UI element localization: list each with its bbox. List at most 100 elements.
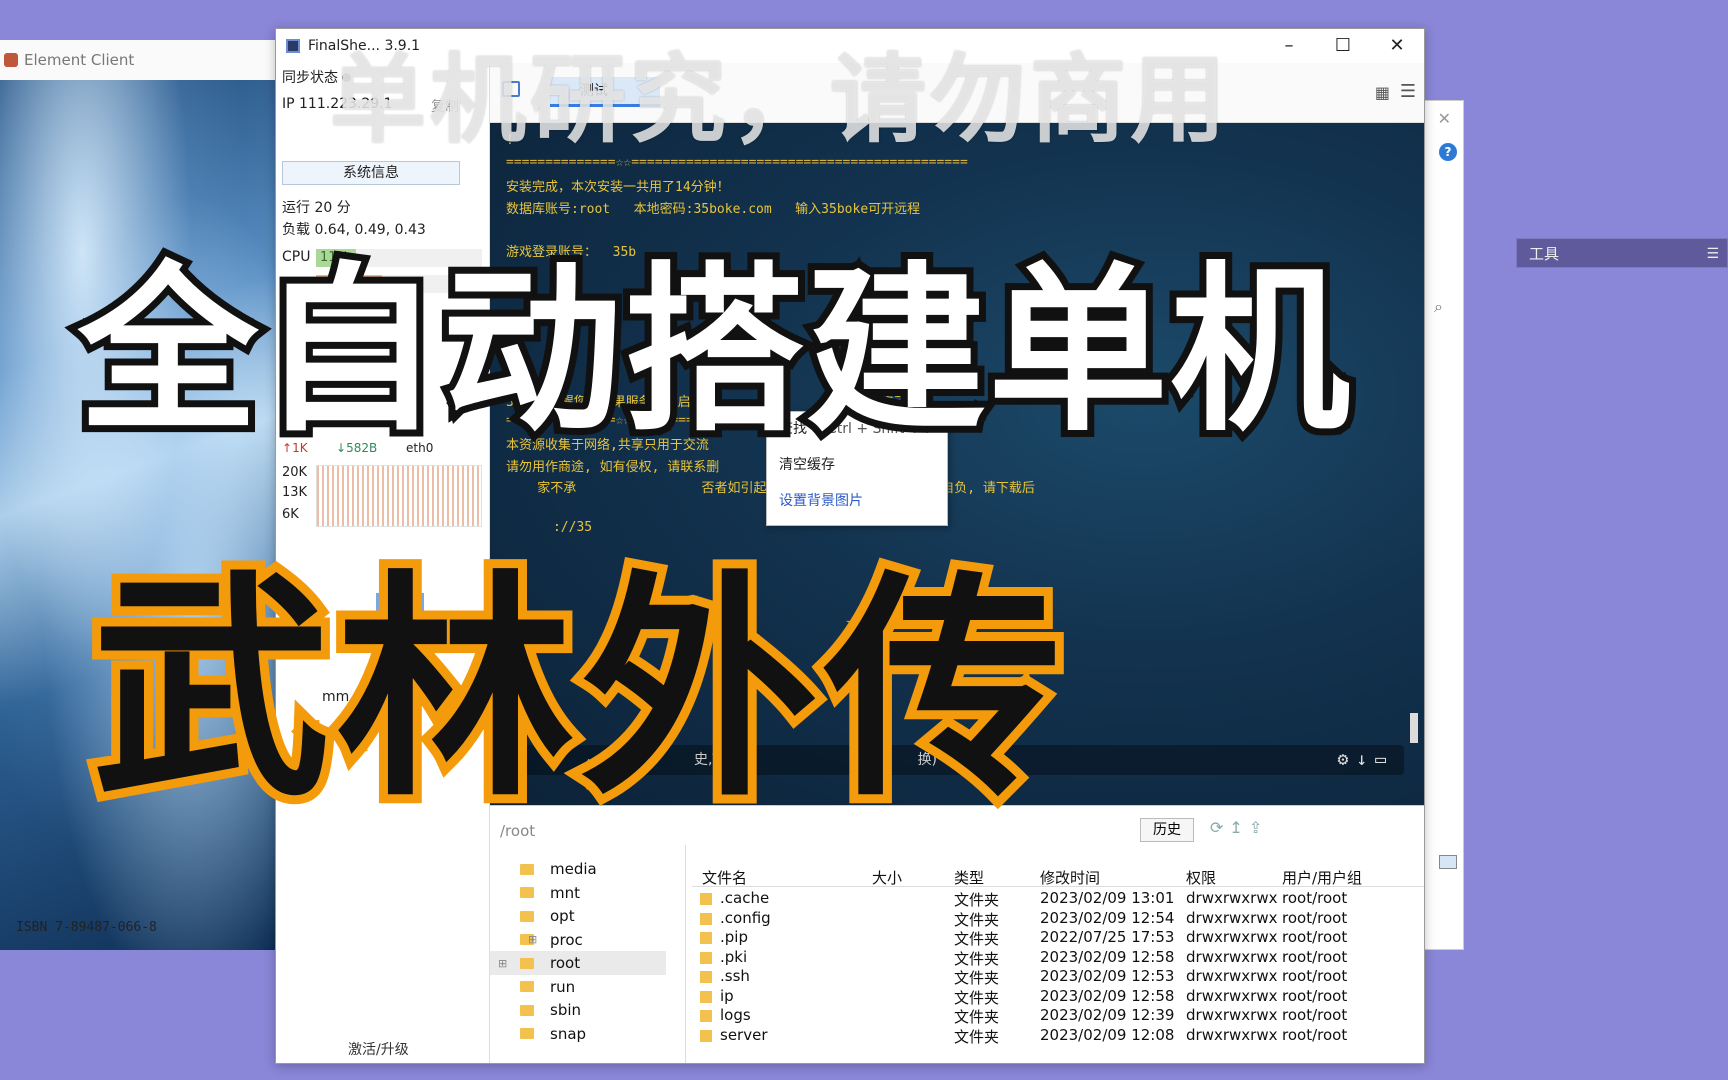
tree-node-label: mnt	[550, 883, 580, 902]
up-icon[interactable]: ↥	[1229, 818, 1248, 837]
table-cell: root/root	[1282, 1025, 1348, 1044]
table-row[interactable]: ip 文件夹 2023/02/09 12:58 drwxrwxrwx root/root	[692, 987, 1424, 1008]
activate-upgrade-link[interactable]: 激活/升级	[348, 1039, 409, 1059]
element-client-title: Element Client	[24, 51, 135, 69]
terminal-line: 安装完成，本次安装一共用了14分钟！	[506, 180, 730, 195]
tree-node-media[interactable]: media	[520, 857, 597, 881]
column-header[interactable]: 类型	[954, 867, 984, 888]
folder-icon	[700, 1010, 712, 1022]
column-header[interactable]: 文件名	[702, 867, 747, 888]
path-toolbar-icons: ⟳↥⇪	[1210, 818, 1268, 837]
folder-icon	[520, 981, 534, 992]
table-cell: root/root	[1282, 928, 1348, 946]
watermark-text: 单机研究，请勿商用	[330, 44, 1230, 156]
tree-node-mnt[interactable]: mnt	[520, 881, 580, 905]
folder-icon	[700, 932, 712, 944]
table-cell: ip	[720, 986, 734, 1005]
table-cell: .cache	[720, 889, 770, 907]
table-cell: root/root	[1282, 967, 1348, 985]
table-row[interactable]: .config 文件夹 2023/02/09 12:54 drwxrwxrwx root…	[692, 909, 1424, 930]
folder-icon	[520, 863, 534, 875]
folder-icon	[520, 1004, 534, 1016]
table-cell: 文件夹	[954, 910, 1000, 929]
table-cell: drwxrwxrwx	[1186, 1006, 1278, 1024]
tree-node-sbin[interactable]: sbin	[520, 998, 581, 1022]
game-title-text: 武林外传	[83, 543, 1071, 838]
tool-label: 工具	[1529, 245, 1560, 263]
system-info-button[interactable]: 系统信息	[282, 161, 460, 185]
folder-icon	[520, 1028, 534, 1039]
search-icon[interactable]: ⌕	[1434, 297, 1443, 317]
table-cell: 2023/02/09 12:58	[1040, 986, 1175, 1005]
finalshell-logo-icon	[286, 39, 300, 53]
refresh-icon[interactable]: ⟳	[1210, 818, 1229, 837]
table-row[interactable]: .pki 文件夹 2023/02/09 12:58 drwxrwxrwx root/ro…	[692, 948, 1424, 969]
table-cell: 文件夹	[954, 1008, 1000, 1026]
folder-icon	[520, 910, 534, 922]
element-client-titlebar[interactable]: Element Client	[0, 40, 275, 80]
tree-node-label: media	[550, 860, 597, 878]
tree-node-root[interactable]: root ⊞	[490, 951, 666, 975]
expand-icon[interactable]: ⊞	[528, 933, 537, 946]
table-cell: drwxrwxrwx	[1186, 967, 1278, 985]
table-cell: .config	[720, 908, 771, 927]
table-row[interactable]: .ssh 文件夹 2023/02/09 12:53 drwxrwxrwx root/ro…	[692, 967, 1424, 988]
element-client-logo-icon	[4, 53, 18, 67]
help-icon[interactable]: ?	[1439, 143, 1457, 161]
table-cell: 2022/07/25 17:53	[1040, 928, 1175, 946]
tree-node-opt[interactable]: opt	[520, 904, 575, 928]
table-cell: 2023/02/09 12:39	[1040, 1006, 1175, 1024]
maximize-icon[interactable]: ☐	[1316, 29, 1370, 63]
table-cell: drwxrwxrwx	[1186, 928, 1278, 946]
table-cell: root/root	[1282, 1006, 1348, 1024]
table-cell: 2023/02/09 12:54	[1040, 908, 1175, 927]
table-cell: 文件夹	[954, 891, 1000, 909]
grid-view-icon[interactable]: ▦	[1375, 83, 1390, 102]
column-header[interactable]: 权限	[1186, 867, 1216, 888]
terminal-tool-icons: ⚙↓▭	[1337, 749, 1394, 770]
tree-node-label: sbin	[550, 1001, 582, 1019]
table-row[interactable]: logs 文件夹 2023/02/09 12:39 drwxrwxrwx root/ro…	[692, 1006, 1424, 1027]
folder-icon	[700, 951, 712, 964]
window-icon[interactable]: ▭	[1375, 749, 1394, 770]
table-row[interactable]: server 文件夹 2023/02/09 12:08 drwxrwxrwx root/…	[692, 1026, 1424, 1047]
tree-node-run[interactable]: run	[520, 975, 575, 999]
window-controls: – ☐ ✕	[1262, 29, 1424, 63]
folder-icon	[700, 990, 712, 1003]
table-row[interactable]: .cache 文件夹 2023/02/09 13:01 drwxrwxrwx root/…	[692, 889, 1424, 910]
table-cell: 文件夹	[954, 1027, 1000, 1046]
download-icon[interactable]: ↓	[1356, 749, 1375, 770]
column-header[interactable]: 用户/用户组	[1282, 867, 1362, 888]
window-icon[interactable]	[1439, 855, 1457, 869]
column-header[interactable]: 大小	[872, 867, 902, 888]
terminal-scrollbar[interactable]	[1410, 713, 1418, 743]
menu-icon[interactable]: ☰	[1400, 81, 1416, 102]
table-row[interactable]: .pip 文件夹 2022/07/25 17:53 drwxrwxrwx root/ro…	[692, 928, 1424, 949]
table-cell: logs	[720, 1006, 751, 1024]
table-cell: .pki	[720, 947, 748, 966]
minimize-icon[interactable]: –	[1262, 29, 1316, 63]
table-cell: 2023/02/09 13:01	[1040, 889, 1175, 907]
headline-text: 全自动搭建单机	[71, 240, 1357, 463]
close-icon[interactable]: ✕	[1370, 29, 1424, 63]
table-cell: 文件夹	[954, 930, 1000, 948]
close-icon[interactable]: ✕	[1438, 109, 1451, 128]
tree-node-snap[interactable]: snap	[520, 1022, 586, 1046]
table-cell: root/root	[1282, 908, 1348, 927]
history-button[interactable]: 历史	[1140, 818, 1194, 842]
column-header[interactable]: 修改时间	[1040, 867, 1100, 888]
upload-icon[interactable]: ⇪	[1249, 818, 1268, 837]
expand-icon[interactable]: ⊞	[498, 957, 507, 970]
tree-node-proc[interactable]: proc ⊞	[520, 928, 583, 952]
file-list: 文件名 大小 类型 修改时间 权限 用户/用户组 .cache 文件夹 2023/02/09 …	[692, 845, 1424, 1063]
table-cell: 2023/02/09 12:53	[1040, 967, 1175, 985]
gear-icon[interactable]: ⚙	[1337, 749, 1356, 770]
table-cell: .pip	[720, 928, 748, 946]
menu-icon[interactable]: ☰	[1706, 239, 1719, 269]
table-cell: root/root	[1282, 889, 1348, 907]
tree-node-label: snap	[550, 1024, 587, 1043]
tool-panel-header[interactable]: 工具 ☰	[1516, 238, 1728, 268]
table-cell: drwxrwxrwx	[1186, 947, 1278, 966]
table-cell: server	[720, 1025, 768, 1044]
folder-icon	[700, 912, 712, 925]
